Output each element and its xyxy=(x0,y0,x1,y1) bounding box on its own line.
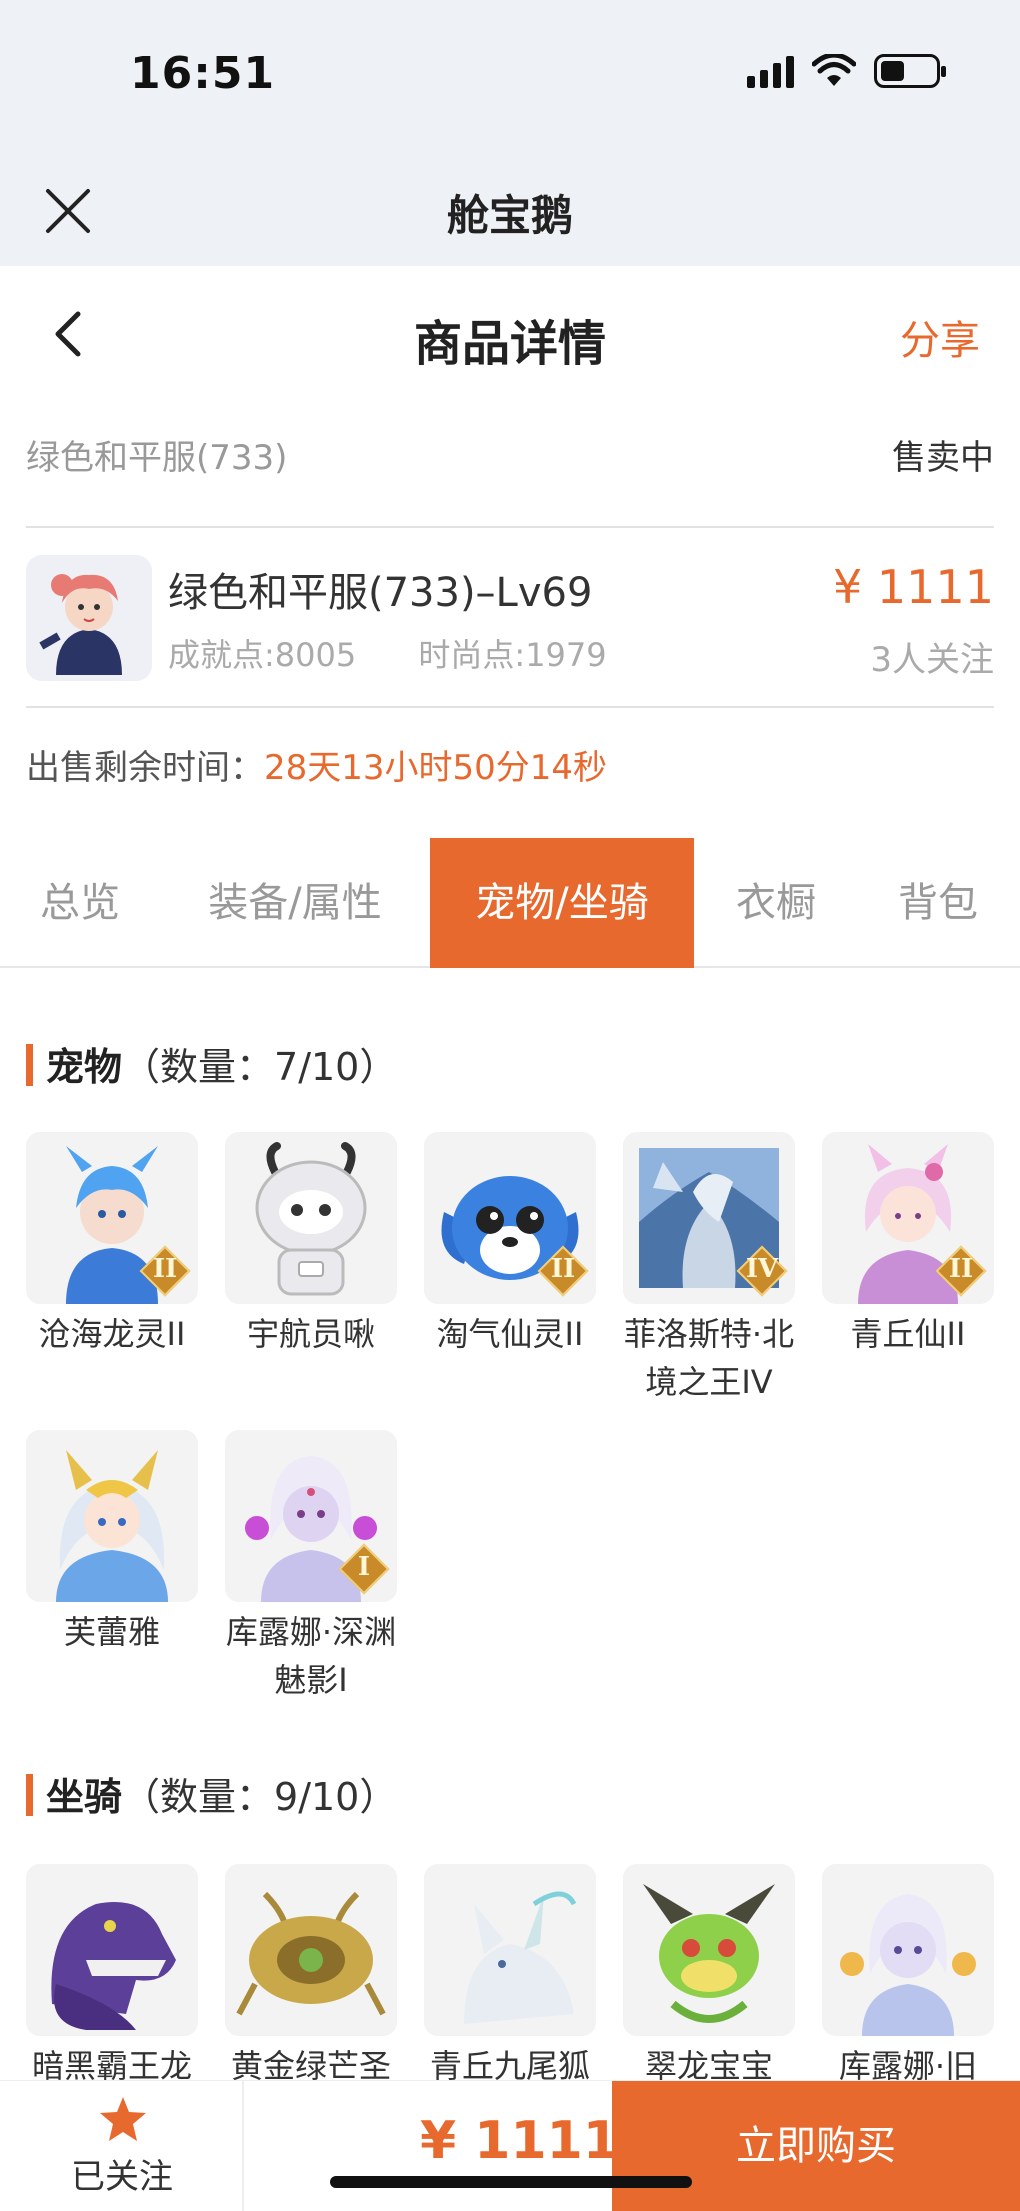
mounts-count: （数量：9/10） xyxy=(122,1775,398,1819)
follower-count: 3人关注 xyxy=(870,640,994,680)
product-summary: 绿色和平服(733)–Lv69 成就点:8005 时尚点:1979 ¥ 1111… xyxy=(26,550,994,690)
achievement-points: 成就点:8005 xyxy=(168,636,357,674)
grade-badge: II xyxy=(139,1245,191,1297)
mounts-section-title: 坐骑（数量：9/10） xyxy=(26,1766,397,1821)
follow-button[interactable]: 已关注 xyxy=(0,2081,244,2211)
pet-item[interactable]: I 库露娜·深渊魅影I xyxy=(225,1430,397,1704)
pet-image xyxy=(26,1430,198,1602)
pet-image xyxy=(225,1132,397,1304)
pet-name: 淘气仙灵II xyxy=(436,1315,584,1353)
remaining-time-label: 出售剩余时间： xyxy=(26,748,264,788)
bottom-price: ¥ 1111 xyxy=(420,2111,620,2171)
listing-status-row: 绿色和平服(733) 售卖中 xyxy=(26,430,994,490)
pet-name: 宇航员啾 xyxy=(246,1315,375,1353)
divider xyxy=(26,706,994,708)
pet-name: 菲洛斯特·北境之王IV xyxy=(623,1315,795,1401)
divider xyxy=(26,526,994,528)
home-indicator xyxy=(330,2176,692,2188)
tab-pets-mounts[interactable]: 宠物/坐骑 xyxy=(430,838,694,968)
remaining-time: 出售剩余时间：28天13小时50分14秒 xyxy=(26,740,607,789)
mount-image xyxy=(623,1864,795,2036)
status-time: 16:51 xyxy=(130,48,276,99)
mini-program-title: 舱宝鹅 xyxy=(446,191,573,240)
detail-tabs: 总览 装备/属性 宠物/坐骑 衣橱 背包 xyxy=(0,838,1020,968)
pet-image: II xyxy=(424,1132,596,1304)
tab-wardrobe[interactable]: 衣橱 xyxy=(704,838,848,968)
mount-item[interactable]: 暗黑霸王龙 xyxy=(26,1864,198,2090)
mount-image xyxy=(225,1864,397,2036)
pet-name: 沧海龙灵II xyxy=(38,1315,186,1353)
pet-image: II xyxy=(822,1132,994,1304)
mount-item[interactable]: 库露娜·旧 xyxy=(822,1864,994,2090)
pet-item[interactable]: IV 菲洛斯特·北境之王IV xyxy=(623,1132,795,1406)
signal-icon xyxy=(747,54,794,88)
grade-badge: II xyxy=(935,1245,987,1297)
buy-now-button[interactable]: 立即购买 xyxy=(612,2081,1020,2211)
bottom-action-bar: 已关注 ¥ 1111 立即购买 xyxy=(0,2080,1020,2211)
tab-overview[interactable]: 总览 xyxy=(0,838,160,968)
mounts-title: 坐骑 xyxy=(46,1775,123,1819)
battery-icon xyxy=(874,54,946,88)
star-icon xyxy=(100,2097,146,2141)
mount-item[interactable]: 翠龙宝宝 xyxy=(623,1864,795,2090)
pet-name: 芙蕾雅 xyxy=(63,1613,160,1651)
mount-item[interactable]: 青丘九尾狐 xyxy=(424,1864,596,2090)
pet-item[interactable]: II 淘气仙灵II xyxy=(424,1132,596,1358)
wifi-icon xyxy=(812,54,856,86)
pet-image: IV xyxy=(623,1132,795,1304)
mount-image xyxy=(424,1864,596,2036)
product-price: ¥ 1111 xyxy=(833,560,994,614)
pet-image: II xyxy=(26,1132,198,1304)
pet-image: I xyxy=(225,1430,397,1602)
tab-equipment[interactable]: 装备/属性 xyxy=(180,838,410,968)
top-header: 16:51 舱宝鹅 xyxy=(0,0,1020,266)
page-nav: 商品详情 分享 xyxy=(0,266,1020,401)
pets-count: （数量：7/10） xyxy=(122,1045,398,1089)
product-stats: 成就点:8005 时尚点:1979 xyxy=(168,630,659,676)
sale-status: 售卖中 xyxy=(892,438,994,478)
character-avatar xyxy=(26,555,152,681)
mount-item[interactable]: 黄金绿芒圣 xyxy=(225,1864,397,2090)
pet-item[interactable]: II 青丘仙II xyxy=(822,1132,994,1358)
grade-badge: II xyxy=(537,1245,589,1297)
remaining-time-value: 28天13小时50分14秒 xyxy=(264,748,608,788)
pet-item[interactable]: 芙蕾雅 xyxy=(26,1430,198,1656)
pets-title: 宠物 xyxy=(46,1045,123,1089)
pets-section-title: 宠物（数量：7/10） xyxy=(26,1036,397,1091)
grade-badge: I xyxy=(338,1543,390,1595)
share-button[interactable]: 分享 xyxy=(900,308,980,366)
product-name: 绿色和平服(733)–Lv69 xyxy=(168,570,593,616)
pet-item[interactable]: II 沧海龙灵II xyxy=(26,1132,198,1358)
follow-label: 已关注 xyxy=(71,2157,173,2197)
mount-image xyxy=(822,1864,994,2036)
pet-name: 库露娜·深渊魅影I xyxy=(225,1613,397,1699)
tab-backpack[interactable]: 背包 xyxy=(868,838,1008,968)
mount-image xyxy=(26,1864,198,2036)
pet-item[interactable]: 宇航员啾 xyxy=(225,1132,397,1358)
fashion-points: 时尚点:1979 xyxy=(418,636,607,674)
pet-name: 青丘仙II xyxy=(850,1315,966,1353)
server-name: 绿色和平服(733) xyxy=(26,438,288,478)
status-icons xyxy=(747,54,946,88)
page-title: 商品详情 xyxy=(413,316,606,372)
grade-badge: IV xyxy=(736,1245,788,1297)
